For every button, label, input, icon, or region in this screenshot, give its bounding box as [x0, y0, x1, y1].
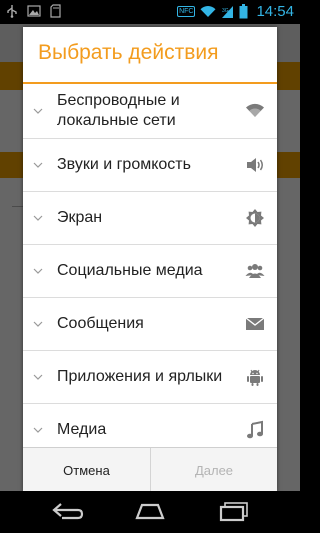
svg-text:3G: 3G: [222, 8, 229, 14]
action-list: Беспроводные и локальные сети Звуки и гр…: [23, 84, 277, 447]
status-clock: 14:54: [256, 3, 294, 20]
envelope-icon: [245, 317, 265, 330]
signal-icon: 3G: [222, 5, 234, 18]
sd-card-icon: [50, 4, 61, 18]
list-item-label: Социальные медиа: [57, 262, 203, 279]
list-item-label: Медиа: [57, 421, 107, 438]
brightness-icon: [246, 209, 264, 227]
android-icon: [247, 369, 263, 386]
back-icon[interactable]: [50, 500, 84, 522]
list-item-social-media[interactable]: Социальные медиа: [23, 245, 277, 298]
list-item-wireless-networks[interactable]: Беспроводные и локальные сети: [23, 84, 277, 139]
wifi-icon: [246, 103, 264, 117]
image-icon: [27, 5, 41, 17]
chevron-down-icon: [33, 268, 43, 274]
cancel-button[interactable]: Отмена: [23, 448, 150, 492]
people-icon: [245, 264, 265, 278]
chevron-down-icon: [33, 108, 43, 114]
chevron-down-icon: [33, 162, 43, 168]
list-item-label: Беспроводные и локальные сети: [57, 92, 180, 129]
screen: NFC 3G 14:54 Выбрать действия Беспроводн…: [0, 0, 300, 533]
dialog-button-bar: Отмена Далее: [23, 447, 277, 492]
list-item-label: Сообщения: [57, 315, 144, 332]
music-note-icon: [247, 420, 263, 439]
status-bar: NFC 3G 14:54: [0, 0, 300, 24]
select-actions-dialog: Выбрать действия Беспроводные и локальны…: [23, 27, 277, 492]
list-item-sounds-volume[interactable]: Звуки и громкость: [23, 139, 277, 192]
chevron-down-icon: [33, 215, 43, 221]
chevron-down-icon: [33, 374, 43, 380]
list-item-label: Экран: [57, 209, 103, 226]
list-item-screen[interactable]: Экран: [23, 192, 277, 245]
list-item-apps-shortcuts[interactable]: Приложения и ярлыки: [23, 351, 277, 404]
list-item-messages[interactable]: Сообщения: [23, 298, 277, 351]
recents-icon[interactable]: [217, 500, 251, 522]
list-item-label: Звуки и громкость: [57, 156, 191, 173]
wifi-icon: [200, 6, 216, 17]
list-item-media[interactable]: Медиа: [23, 404, 277, 447]
list-item-label: Приложения и ярлыки: [57, 368, 223, 385]
navigation-bar: [0, 491, 300, 533]
next-button[interactable]: Далее: [150, 448, 277, 492]
chevron-down-icon: [33, 427, 43, 433]
dialog-title: Выбрать действия: [38, 41, 219, 64]
speaker-icon: [247, 158, 263, 172]
home-icon[interactable]: [133, 500, 167, 522]
nfc-icon: NFC: [177, 6, 196, 17]
chevron-down-icon: [33, 321, 43, 327]
usb-icon: [7, 5, 17, 18]
battery-icon: [239, 4, 248, 19]
